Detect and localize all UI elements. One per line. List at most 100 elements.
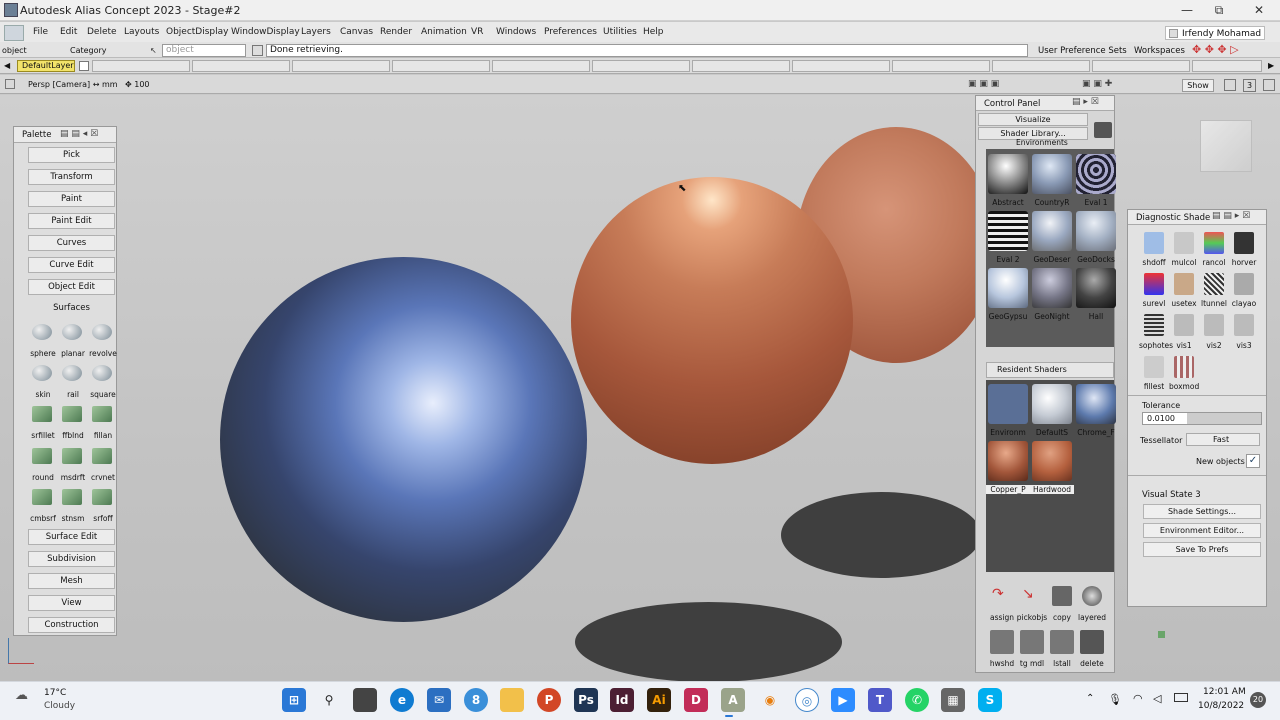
layer-slot[interactable] bbox=[792, 60, 890, 72]
tessellator-dropdown[interactable]: Fast bbox=[1186, 433, 1260, 446]
object-field[interactable]: object bbox=[162, 44, 246, 57]
shader-chrome-thumb[interactable] bbox=[1076, 384, 1116, 424]
delete-icon[interactable] bbox=[1080, 630, 1104, 654]
env-geonight-thumb[interactable] bbox=[1032, 268, 1072, 308]
category-label[interactable]: Category bbox=[70, 46, 107, 55]
weather-temp[interactable]: 17°C bbox=[44, 688, 66, 698]
chrome-browser-icon[interactable]: ◎ bbox=[795, 688, 819, 712]
shelf-icons[interactable]: ✥ ✥ ✥ ▷ bbox=[1192, 44, 1272, 57]
shader-environm-thumb[interactable] bbox=[988, 384, 1028, 424]
blender-icon[interactable]: ◉ bbox=[758, 688, 782, 712]
clock-date[interactable]: 10/8/2022 bbox=[1198, 701, 1244, 711]
env-eval1-thumb[interactable] bbox=[1076, 154, 1116, 194]
menu-delete[interactable]: Delete bbox=[87, 27, 117, 37]
menu-preferences[interactable]: Preferences bbox=[544, 27, 597, 37]
construction-button[interactable]: Construction bbox=[28, 617, 115, 633]
whatsapp-icon[interactable]: ✆ bbox=[905, 688, 929, 712]
shader-hardwood-thumb[interactable] bbox=[1032, 441, 1072, 481]
diagnostic-header-icons[interactable]: ▤ ▤ ▸ ☒ bbox=[1212, 211, 1250, 221]
cmbsrf-tool-icon[interactable] bbox=[30, 486, 56, 508]
environment-editor-button[interactable]: Environment Editor... bbox=[1143, 523, 1261, 538]
tray-chevron-icon[interactable]: ⌃ bbox=[1086, 693, 1094, 704]
minimize-button[interactable]: — bbox=[1172, 0, 1202, 21]
close-button[interactable]: ✕ bbox=[1244, 0, 1274, 21]
file-explorer-icon[interactable] bbox=[500, 688, 524, 712]
shdoff-icon[interactable] bbox=[1144, 232, 1164, 254]
tgmdl-icon[interactable] bbox=[1020, 630, 1044, 654]
layer-slot[interactable] bbox=[1092, 60, 1190, 72]
layer-slot[interactable] bbox=[992, 60, 1090, 72]
msdrft-tool-icon[interactable] bbox=[60, 445, 86, 467]
teams-icon[interactable]: T bbox=[868, 688, 892, 712]
menu-animation[interactable]: Animation bbox=[421, 27, 467, 37]
default-layer[interactable]: DefaultLayer bbox=[17, 60, 75, 72]
fillan-tool-icon[interactable] bbox=[90, 403, 116, 425]
user-account[interactable]: Irfendy Mohamad bbox=[1165, 26, 1265, 40]
copy-icon[interactable] bbox=[1052, 586, 1072, 606]
curves-button[interactable]: Curves bbox=[28, 235, 115, 251]
subdivision-button[interactable]: Subdivision bbox=[28, 551, 115, 567]
wifi-icon[interactable]: ◠ bbox=[1133, 692, 1143, 705]
env-geodocks-thumb[interactable] bbox=[1076, 211, 1116, 251]
square-tool-icon[interactable] bbox=[90, 362, 116, 384]
srfillet-tool-icon[interactable] bbox=[30, 403, 56, 425]
skin-tool-icon[interactable] bbox=[30, 362, 56, 384]
view-tools-icons[interactable]: ▣ ▣ ▣ bbox=[968, 79, 1016, 91]
fillest-icon[interactable] bbox=[1144, 356, 1164, 378]
object-edit-button[interactable]: Object Edit bbox=[28, 279, 115, 295]
task-view-icon[interactable] bbox=[353, 688, 377, 712]
menu-file[interactable]: File bbox=[33, 27, 48, 37]
search-icon[interactable]: ⚲ bbox=[317, 688, 341, 712]
layer-slot[interactable] bbox=[692, 60, 790, 72]
revolve-tool-icon[interactable] bbox=[90, 321, 116, 343]
app-8-icon[interactable]: 8 bbox=[464, 688, 488, 712]
planar-tool-icon[interactable] bbox=[60, 321, 86, 343]
zoom-icon[interactable]: ▶ bbox=[831, 688, 855, 712]
paint-button[interactable]: Paint bbox=[28, 191, 115, 207]
illustrator-icon[interactable]: Ai bbox=[647, 688, 671, 712]
weather-icon[interactable]: ☁ bbox=[15, 688, 28, 703]
copper-sphere[interactable] bbox=[571, 177, 853, 464]
notification-badge[interactable]: 20 bbox=[1250, 692, 1266, 708]
indesign-icon[interactable]: Id bbox=[610, 688, 634, 712]
surface-edit-button[interactable]: Surface Edit bbox=[28, 529, 115, 545]
ffblnd-tool-icon[interactable] bbox=[60, 403, 86, 425]
vis3-icon[interactable] bbox=[1234, 314, 1254, 336]
powerpoint-icon[interactable]: P bbox=[537, 688, 561, 712]
shader-defaults-thumb[interactable] bbox=[1032, 384, 1072, 424]
lstall-icon[interactable] bbox=[1050, 630, 1074, 654]
transform-button[interactable]: Transform bbox=[28, 169, 115, 185]
view-count[interactable]: 3 bbox=[1243, 79, 1256, 92]
pickobjs-icon[interactable]: ↘ bbox=[1022, 586, 1042, 606]
rail-tool-icon[interactable] bbox=[60, 362, 86, 384]
shader-copper-thumb[interactable] bbox=[988, 441, 1028, 481]
assign-icon[interactable]: ↷ bbox=[992, 586, 1012, 606]
workspaces-button[interactable]: Workspaces bbox=[1134, 46, 1185, 56]
control-panel-header-icons[interactable]: ▤ ▸ ☒ bbox=[1072, 97, 1099, 107]
stnsm-tool-icon[interactable] bbox=[60, 486, 86, 508]
hwshd-icon[interactable] bbox=[990, 630, 1014, 654]
env-geogypsu-thumb[interactable] bbox=[988, 268, 1028, 308]
menu-vr[interactable]: VR bbox=[471, 27, 483, 37]
boxmod-icon[interactable] bbox=[1174, 356, 1194, 378]
layer-slot[interactable] bbox=[892, 60, 990, 72]
usetex-icon[interactable] bbox=[1174, 273, 1194, 295]
chrome-sphere[interactable] bbox=[220, 257, 587, 622]
view-layout-icons[interactable]: ▣ ▣ ✚ bbox=[1082, 79, 1130, 91]
layer-slot[interactable] bbox=[92, 60, 190, 72]
resident-shaders-label[interactable]: Resident Shaders bbox=[986, 362, 1114, 378]
viewcube-icon[interactable] bbox=[1200, 120, 1252, 172]
layer-slot[interactable] bbox=[392, 60, 490, 72]
menu-canvas[interactable]: Canvas bbox=[340, 27, 373, 37]
pick-button[interactable]: Pick bbox=[28, 147, 115, 163]
view-single-icon[interactable] bbox=[1224, 79, 1236, 91]
env-abstract-thumb[interactable] bbox=[988, 154, 1028, 194]
round-tool-icon[interactable] bbox=[30, 445, 56, 467]
env-geodeser-thumb[interactable] bbox=[1032, 211, 1072, 251]
maximize-button[interactable]: ⧉ bbox=[1204, 0, 1234, 21]
layer-slot[interactable] bbox=[292, 60, 390, 72]
layer-scroll-left-icon[interactable]: ◀ bbox=[4, 61, 10, 70]
vis2-icon[interactable] bbox=[1204, 314, 1224, 336]
horver-icon[interactable] bbox=[1234, 232, 1254, 254]
ltunnel-icon[interactable] bbox=[1204, 273, 1224, 295]
